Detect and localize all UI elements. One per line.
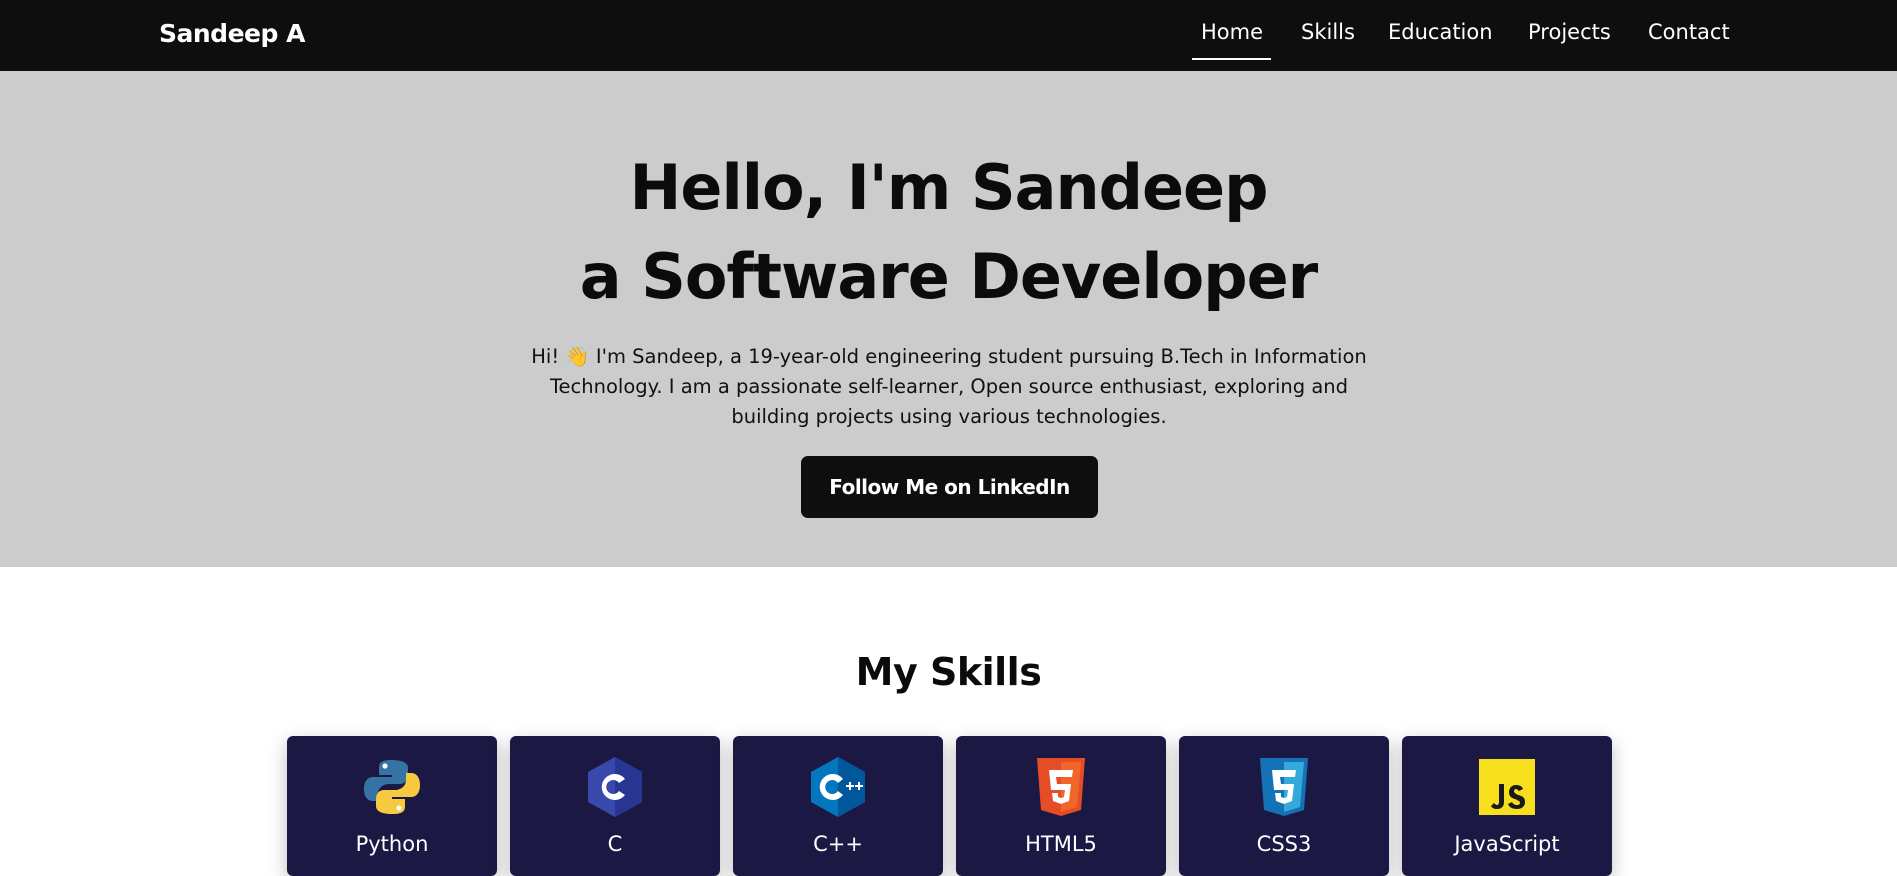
waving-hand-icon: 👋 [565,345,590,368]
nav-active-indicator [1192,58,1271,60]
nav-home[interactable]: Home [1201,20,1263,44]
skills-heading: My Skills [855,650,1042,694]
skill-label: CSS3 [1256,832,1312,856]
c-icon [588,757,642,817]
hero-title-line1: Hello, I'm Sandeep [629,151,1269,224]
navbar: Sandeep A Home Skills Education Projects… [0,0,1897,71]
skill-card-c[interactable]: C [510,736,720,876]
nav-education[interactable]: Education [1388,20,1493,44]
skill-label: HTML5 [1025,832,1097,856]
skill-card-cplusplus[interactable]: C++ [733,736,943,876]
nav-contact[interactable]: Contact [1648,20,1730,44]
follow-linkedin-button[interactable]: Follow Me on LinkedIn [801,456,1098,518]
css3-icon [1260,758,1308,816]
hero-section: Hello, I'm Sandeep a Software Developer … [0,71,1897,567]
nav-skills[interactable]: Skills [1301,20,1355,44]
skill-card-css3[interactable]: CSS3 [1179,736,1389,876]
nav-projects[interactable]: Projects [1528,20,1611,44]
html5-icon [1037,758,1085,816]
brand-logo[interactable]: Sandeep A [159,19,305,48]
skill-label: Python [355,832,429,856]
cplusplus-icon [811,757,865,817]
skill-label: C [607,832,623,856]
skill-label: C++ [813,832,863,856]
hero-intro: Hi! 👋 I'm Sandeep, a 19-year-old enginee… [518,342,1380,432]
skill-label: JavaScript [1454,832,1560,856]
hero-intro-text: I'm Sandeep, a 19-year-old engineering s… [549,345,1367,428]
python-icon [364,760,420,814]
hero-title-line2: a Software Developer [579,240,1318,313]
skill-card-html5[interactable]: HTML5 [956,736,1166,876]
javascript-icon [1479,759,1535,815]
hero-intro-prefix: Hi! [531,345,560,368]
skill-card-python[interactable]: Python [287,736,497,876]
skill-card-javascript[interactable]: JavaScript [1402,736,1612,876]
